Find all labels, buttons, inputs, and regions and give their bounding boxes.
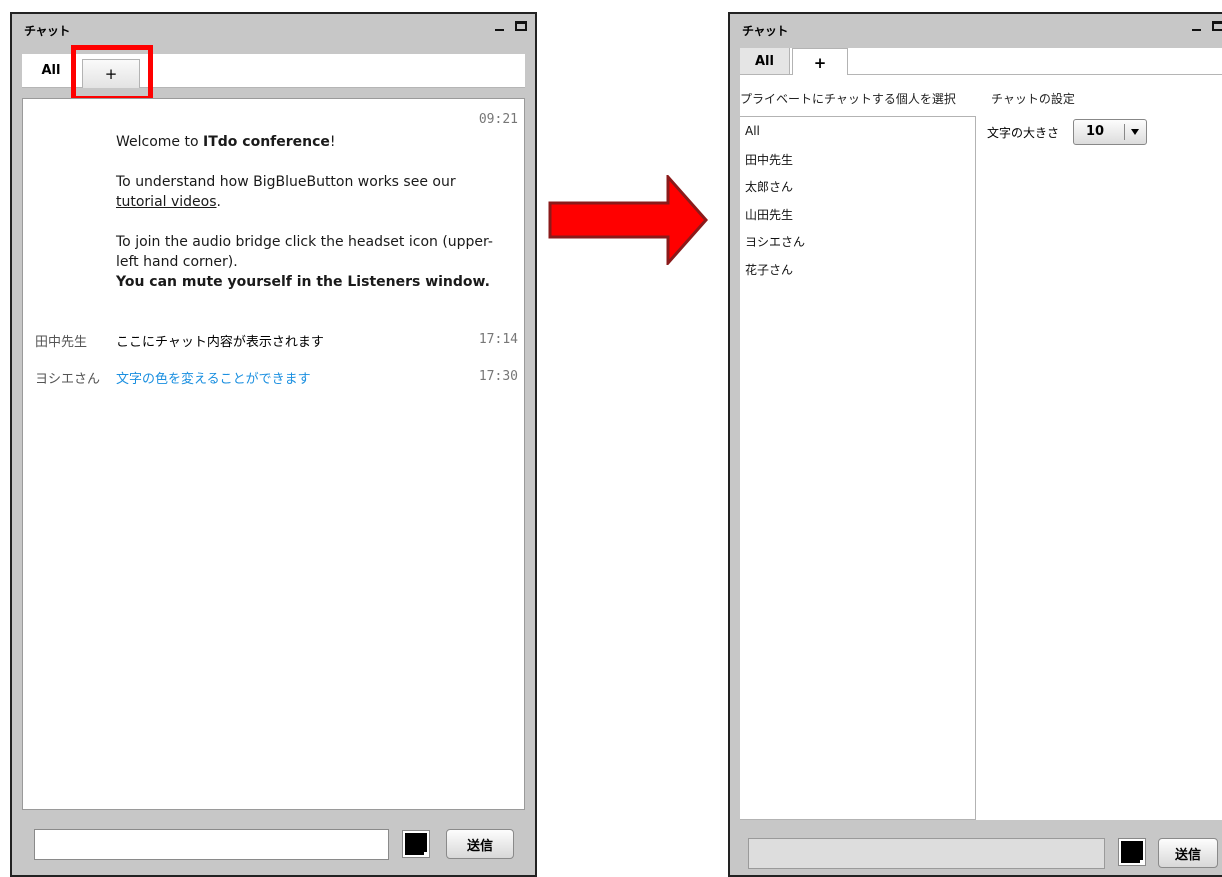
text-color-picker[interactable] [402,830,430,858]
tab-all[interactable]: All [740,48,790,74]
font-size-value: 10 [1086,124,1105,139]
user-list-item[interactable]: 山田先生 [745,206,793,223]
minimize-icon[interactable] [1192,20,1202,32]
message-timestamp: 17:14 [478,332,518,347]
chat-message-input[interactable] [748,838,1105,869]
message-timestamp: 17:30 [478,369,518,384]
private-chat-title: プライベートにチャットする個人を選択 [740,92,956,106]
user-list-item[interactable]: ヨシエさん [745,233,805,250]
font-size-label: 文字の大きさ [987,126,1060,140]
welcome-line: Welcome to ITdo conference! [116,134,336,150]
user-list-item[interactable]: 田中先生 [745,151,793,168]
welcome-message: Welcome to ITdo conference! To understan… [116,132,506,312]
minimize-icon[interactable] [495,20,505,32]
chat-message-row: 田中先生 ここにチャット内容が表示されます 17:14 [23,331,524,353]
tab-all[interactable]: All [22,54,80,87]
tab-bar: All + [740,48,1222,76]
font-size-dropdown[interactable]: 10 [1073,119,1147,145]
tutorial-videos-link[interactable]: tutorial videos [116,194,217,210]
right-chat-window: チャット All + プライベートにチャットする個人を選択 チャットの設定 Al… [728,12,1222,877]
user-list: All 田中先生 太郎さん 山田先生 ヨシエさん 花子さん [740,116,976,820]
chat-message-row: ヨシエさん 文字の色を変えることができます 17:30 [23,368,524,390]
message-sender: ヨシエさん [35,372,101,387]
text-color-picker[interactable] [1118,838,1146,866]
send-button[interactable]: 送信 [1158,838,1218,868]
audio-bridge-line: To join the audio bridge click the heads… [116,234,493,270]
left-chat-window: チャット All + 09:21 Welcome to ITdo confere… [10,12,537,877]
mute-line: You can mute yourself in the Listeners w… [116,274,490,290]
user-list-item[interactable]: All [745,124,760,138]
chat-message-area[interactable]: 09:21 Welcome to ITdo conference! To und… [22,98,525,810]
window-title: チャット [24,24,70,38]
right-arrow-icon [548,175,708,265]
message-text: ここにチャット内容が表示されます [116,335,324,350]
window-controls [1192,20,1222,32]
window-title: チャット [742,24,788,38]
welcome-timestamp: 09:21 [478,112,518,127]
maximize-icon[interactable] [515,21,527,31]
chat-settings-title: チャットの設定 [991,92,1075,106]
message-sender: 田中先生 [35,335,88,350]
send-button[interactable]: 送信 [446,829,514,859]
user-list-item[interactable]: 太郎さん [745,178,793,195]
private-chat-pane: プライベートにチャットする個人を選択 チャットの設定 All 田中先生 太郎さん… [740,75,1222,820]
user-list-item[interactable]: 花子さん [745,261,793,278]
window-controls [495,20,527,32]
chevron-down-icon [1131,129,1139,135]
maximize-icon[interactable] [1212,21,1222,31]
tab-private-chat[interactable]: + [792,48,848,76]
message-text: 文字の色を変えることができます [116,372,311,387]
chat-message-input[interactable] [34,829,389,860]
tutorial-line: To understand how BigBlueButton works se… [116,174,456,210]
tab-add-private-chat[interactable]: + [82,59,140,88]
tab-bar: All + [22,54,525,88]
